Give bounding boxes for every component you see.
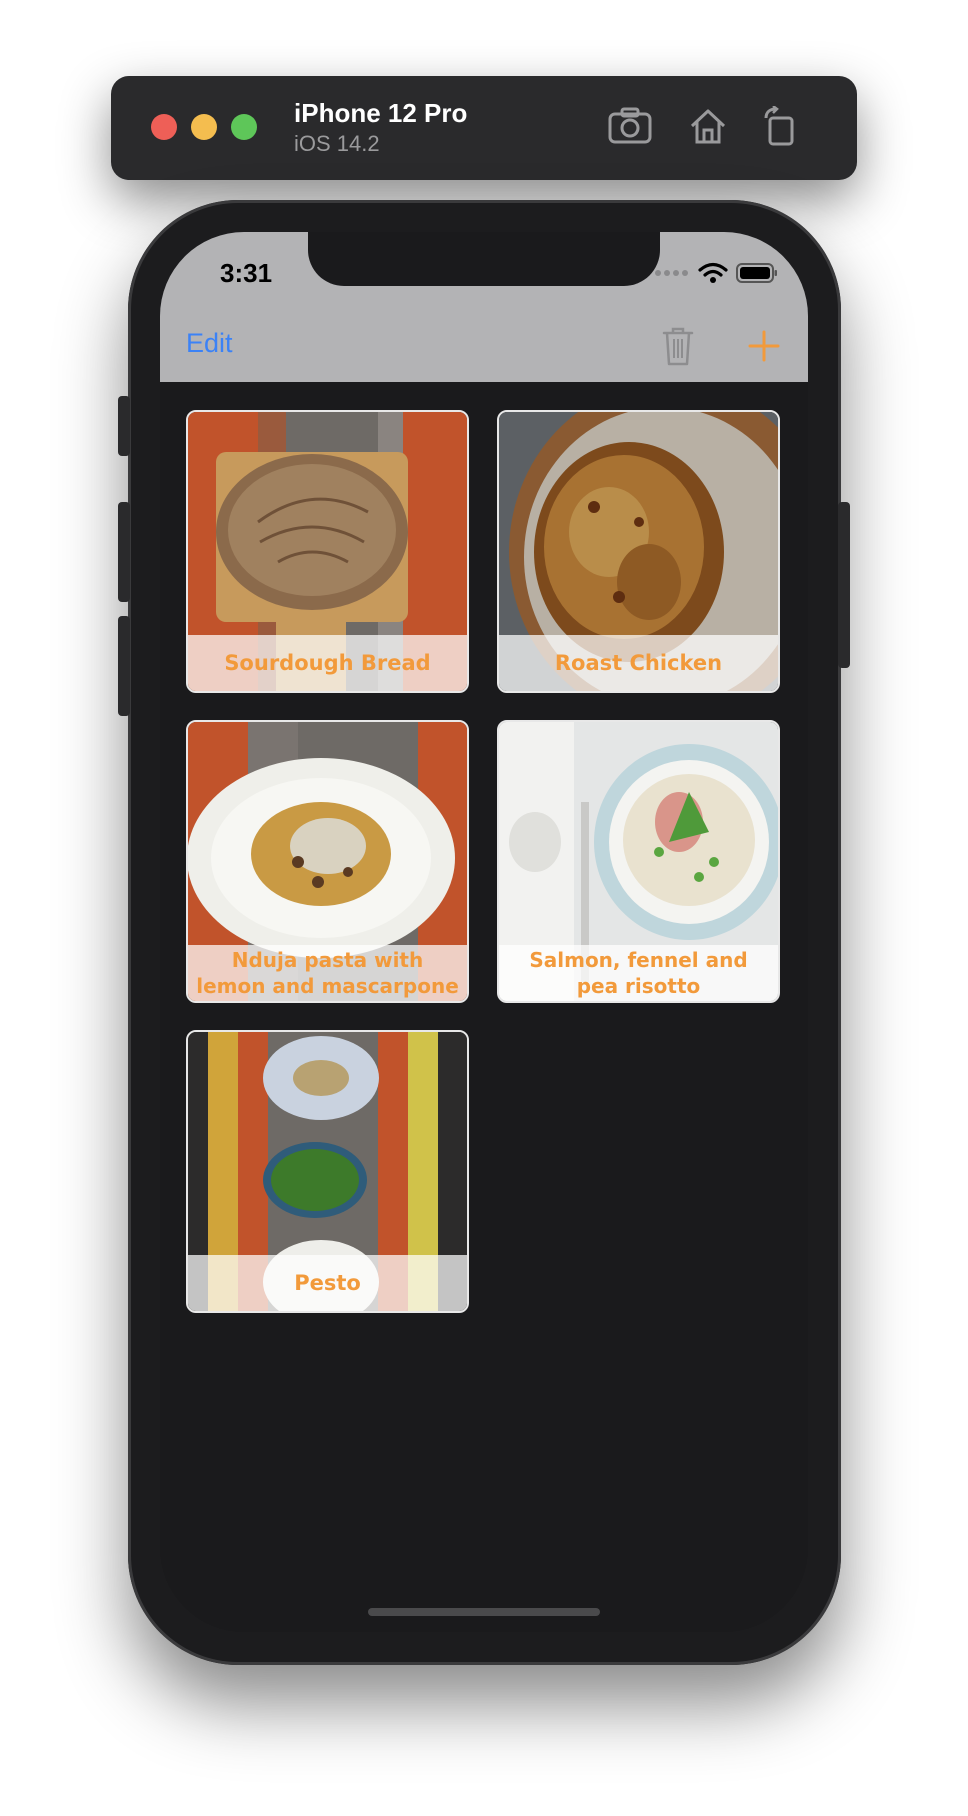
close-window-button[interactable] (151, 114, 177, 140)
home-icon[interactable] (688, 106, 728, 146)
notch (308, 232, 660, 286)
recipe-card[interactable]: Pesto (186, 1030, 469, 1313)
recipe-title: Roast Chicken (499, 635, 778, 691)
wifi-icon (698, 262, 728, 283)
silent-switch (118, 396, 130, 456)
minimize-window-button[interactable] (191, 114, 217, 140)
edit-button[interactable]: Edit (186, 328, 233, 359)
recipe-card[interactable]: Sourdough Bread (186, 410, 469, 693)
simulator-toolbar (111, 76, 857, 180)
screenshot-icon[interactable] (608, 106, 652, 146)
recipe-card[interactable]: Roast Chicken (497, 410, 780, 693)
device-screen: 3:31 Edit Sourdough Bread Roast Chicken … (160, 232, 808, 1632)
recipe-card[interactable]: Nduja pasta with lemon and mascarpone (186, 720, 469, 1003)
recipe-card[interactable]: Salmon, fennel and pea risotto (497, 720, 780, 1003)
side-button (838, 502, 850, 668)
recipe-title: Nduja pasta with lemon and mascarpone (188, 945, 467, 1001)
cellular-signal-icon (655, 270, 688, 276)
volume-up-button (118, 502, 130, 602)
home-indicator[interactable] (368, 1608, 600, 1616)
recipe-title: Pesto (188, 1255, 467, 1311)
status-time: 3:31 (220, 258, 273, 288)
plus-icon[interactable] (746, 324, 782, 373)
rotate-icon[interactable] (762, 106, 798, 146)
status-icons (654, 262, 778, 284)
battery-icon (736, 263, 777, 283)
trash-icon[interactable] (660, 324, 696, 373)
os-version: iOS 14.2 (294, 131, 380, 156)
recipe-title: Sourdough Bread (188, 635, 467, 691)
device-name: iPhone 12 Pro (294, 98, 468, 128)
recipe-title: Salmon, fennel and pea risotto (499, 945, 778, 1001)
volume-down-button (118, 616, 130, 716)
zoom-window-button[interactable] (231, 114, 257, 140)
